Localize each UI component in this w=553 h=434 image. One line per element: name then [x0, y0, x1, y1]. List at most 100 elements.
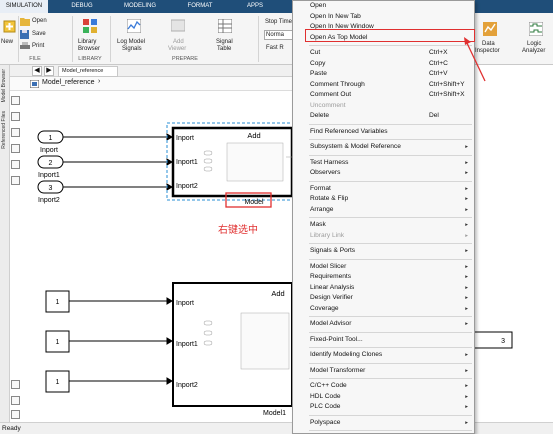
signal-table-button[interactable]: Signal Table — [210, 16, 240, 54]
tab-modeling[interactable]: MODELING — [115, 0, 165, 13]
add-viewer-label-2: Viewer — [168, 46, 187, 52]
save-button[interactable]: Save — [20, 30, 52, 40]
menu-item-label: Paste — [310, 70, 327, 77]
log-model-signals-button[interactable]: Log Model Signals — [114, 16, 154, 54]
forward-button[interactable]: ▶ — [44, 66, 54, 76]
menu-item-model-advisor[interactable]: Model Advisor ▸ — [293, 319, 474, 330]
menu-item-model-transformer[interactable]: Model Transformer ▸ — [293, 366, 474, 377]
scroll-left-icon[interactable] — [11, 410, 20, 419]
display-block[interactable]: 3 — [471, 331, 513, 349]
simulation-mode-dropdown[interactable]: Norma — [266, 32, 284, 39]
menu-item-format[interactable]: Format ▸ — [293, 184, 474, 195]
inport-block-2[interactable]: 2 Inport1 — [37, 155, 64, 179]
back-button[interactable]: ◀ — [32, 66, 42, 76]
menu-item-signals-ports[interactable]: Signals & Ports ▸ — [293, 246, 474, 257]
menu-item-subsystem-model-reference[interactable]: Subsystem & Model Reference ▸ — [293, 142, 474, 153]
menu-item-paste[interactable]: Paste Ctrl+V — [293, 69, 474, 80]
menu-item-identify-modeling-clones[interactable]: Identify Modeling Clones ▸ — [293, 350, 474, 361]
menu-item-coverage[interactable]: Coverage ▸ — [293, 304, 474, 315]
constant-block-3[interactable]: 1 — [45, 370, 70, 393]
fit-view-icon[interactable] — [11, 112, 20, 121]
tab-debug[interactable]: DEBUG — [62, 0, 102, 13]
menu-item-requirements[interactable]: Requirements ▸ — [293, 272, 474, 283]
menu-item-design-verifier[interactable]: Design Verifier ▸ — [293, 293, 474, 304]
logic-analyzer-button[interactable]: Logic Analyzer — [519, 19, 553, 55]
menu-item-comment-out[interactable]: Comment Out Ctrl+Shift+X — [293, 90, 474, 101]
properties-icon[interactable] — [11, 396, 20, 405]
menu-item-c-c-code[interactable]: C/C++ Code ▸ — [293, 381, 474, 392]
tab-format[interactable]: FORMAT — [180, 0, 220, 13]
model1-port-1: Inport — [176, 300, 194, 307]
breadcrumb: Model_reference › — [10, 77, 296, 91]
submenu-arrow-icon: ▸ — [465, 248, 468, 254]
print-button[interactable]: Print — [20, 42, 52, 52]
arrow-icon[interactable] — [11, 128, 20, 137]
menu-item-hdl-code[interactable]: HDL Code ▸ — [293, 392, 474, 403]
open-button[interactable]: Open — [20, 17, 52, 27]
menu-item-copy[interactable]: Copy Ctrl+C — [293, 59, 474, 70]
model1-reference-block[interactable]: Add Inport Inport1 Inport2 — [172, 282, 293, 407]
menu-item-label: C/C++ Code — [310, 382, 347, 389]
menu-item-arrange[interactable]: Arrange ▸ — [293, 205, 474, 216]
menu-item-observers[interactable]: Observers ▸ — [293, 168, 474, 179]
menu-item-open-in-new-tab[interactable]: Open In New Tab — [293, 12, 474, 23]
menu-item-test-harness[interactable]: Test Harness ▸ — [293, 158, 474, 169]
menu-item-label: Comment Through — [310, 80, 365, 88]
library-group-label: LIBRARY — [78, 56, 102, 62]
inport-1-number: 1 — [49, 135, 53, 142]
annotation-icon[interactable] — [11, 144, 20, 153]
menu-separator — [309, 243, 472, 244]
menu-item-linear-analysis[interactable]: Linear Analysis ▸ — [293, 283, 474, 294]
menu-item-fixed-point-tool[interactable]: Fixed-Point Tool... — [293, 335, 474, 346]
menu-item-polyspace[interactable]: Polyspace ▸ — [293, 418, 474, 429]
area-icon[interactable] — [11, 176, 20, 185]
logic-analyzer-label-1: Logic — [527, 41, 542, 47]
menu-item-shortcut: Ctrl+C — [429, 59, 448, 67]
model-block-title: Add — [247, 131, 260, 140]
model-reference-block[interactable]: Add Inport Inport1 Inport2 — [166, 122, 296, 201]
menu-item-delete[interactable]: Delete Del — [293, 111, 474, 122]
referenced-files-label[interactable]: Referenced Files — [1, 111, 7, 149]
data-inspector-icon — [483, 22, 497, 36]
menu-item-cut[interactable]: Cut Ctrl+X — [293, 48, 474, 59]
tab-simulation[interactable]: SIMULATION — [0, 0, 48, 13]
inport-block-1[interactable]: 1 Inport — [37, 130, 64, 154]
library-label-2: Browser — [78, 46, 101, 52]
camera-icon[interactable] — [11, 380, 20, 389]
menu-item-library-link[interactable]: Library Link ▸ — [293, 231, 474, 242]
left-sidebar: Model Browser Referenced Files — [0, 65, 10, 422]
menu-item-mask[interactable]: Mask ▸ — [293, 220, 474, 231]
menu-item-plc-code[interactable]: PLC Code ▸ — [293, 402, 474, 413]
model-browser-label[interactable]: Model Browser — [1, 69, 7, 102]
inport-block-3[interactable]: 3 Inport2 — [37, 180, 64, 204]
fast-restart-toggle[interactable]: Fast R — [266, 45, 284, 52]
constant-block-1[interactable]: 1 — [45, 290, 70, 313]
constant-block-2[interactable]: 1 — [45, 330, 70, 353]
model1-block-name[interactable]: Model1 — [263, 410, 286, 417]
image-icon[interactable] — [11, 160, 20, 169]
tab-apps[interactable]: APPS — [240, 0, 270, 13]
new-button[interactable]: New — [1, 16, 17, 54]
menu-item-label: Subsystem & Model Reference — [310, 143, 401, 150]
menu-item-open[interactable]: Open — [293, 1, 474, 12]
model-tab[interactable]: Model_reference — [58, 66, 118, 77]
zoom-in-icon[interactable] — [11, 96, 20, 105]
signal-table-label-1: Signal — [216, 39, 233, 45]
menu-item-rotate-flip[interactable]: Rotate & Flip ▸ — [293, 194, 474, 205]
add-viewer-button[interactable]: Add Viewer — [163, 16, 193, 54]
submenu-arrow-icon: ▸ — [465, 144, 468, 150]
menu-item-model-slicer[interactable]: Model Slicer ▸ — [293, 262, 474, 273]
library-browser-button[interactable]: Library Browser — [76, 16, 104, 54]
menu-item-uncomment[interactable]: Uncomment — [293, 101, 474, 112]
menu-separator — [309, 331, 472, 333]
menu-item-find-referenced-variables[interactable]: Find Referenced Variables — [293, 127, 474, 138]
log-signals-label-1: Log Model — [117, 39, 146, 45]
submenu-arrow-icon: ▸ — [465, 170, 468, 176]
menu-separator — [309, 123, 472, 125]
menu-item-label: Model Transformer — [310, 366, 366, 374]
breadcrumb-path[interactable]: Model_reference — [42, 79, 95, 86]
menu-item-label: Open In New Tab — [310, 12, 361, 20]
signal-table-label-2: Table — [217, 46, 232, 52]
submenu-arrow-icon: ▸ — [465, 206, 468, 213]
menu-item-comment-through[interactable]: Comment Through Ctrl+Shift+Y — [293, 80, 474, 91]
